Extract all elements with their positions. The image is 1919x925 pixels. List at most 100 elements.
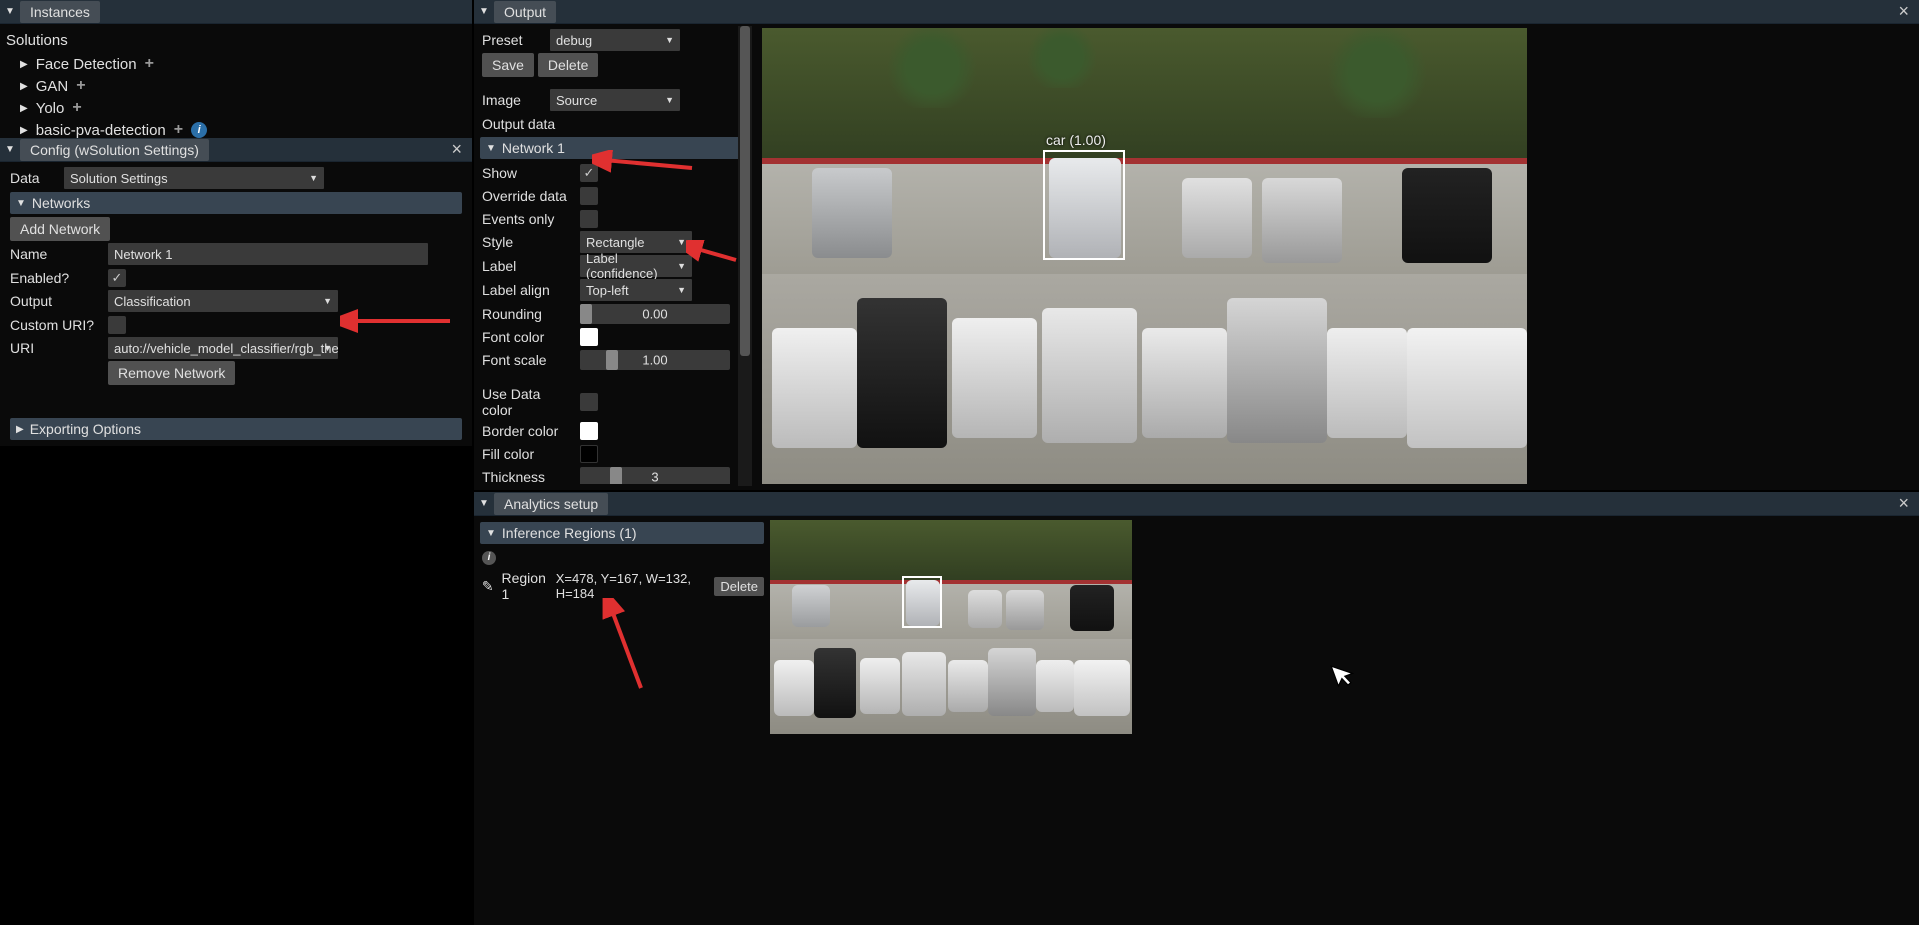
- add-network-button[interactable]: Add Network: [10, 217, 110, 241]
- data-label: Data: [10, 170, 58, 186]
- style-label: Style: [482, 234, 574, 250]
- output-data-label: Output data: [482, 116, 555, 132]
- output-dropdown[interactable]: Classification: [108, 290, 338, 312]
- close-icon[interactable]: ×: [1892, 1, 1915, 22]
- name-input[interactable]: [108, 243, 428, 265]
- analytics-viewport[interactable]: 👁: [770, 520, 1132, 734]
- custom-uri-checkbox[interactable]: [108, 316, 126, 334]
- analytics-tab[interactable]: Analytics setup: [494, 493, 608, 515]
- usedata-checkbox[interactable]: [580, 393, 598, 411]
- exporting-options-label: Exporting Options: [30, 421, 141, 437]
- cursor-icon: [1328, 657, 1360, 692]
- align-dropdown[interactable]: Top-left: [580, 279, 692, 301]
- usedata-label: Use Data color: [482, 386, 574, 418]
- solution-label: Face Detection: [36, 56, 137, 73]
- bordercolor-well[interactable]: [580, 422, 598, 440]
- preset-label: Preset: [482, 32, 544, 48]
- fillcolor-well[interactable]: [580, 445, 598, 463]
- enabled-label: Enabled?: [10, 270, 102, 286]
- output-header: ▼ Output ×: [474, 0, 1919, 24]
- uri-dropdown[interactable]: auto://vehicle_model_classifier/rgb_ther…: [108, 337, 338, 359]
- solution-label: Yolo: [36, 100, 65, 117]
- fontscale-slider[interactable]: 1.00: [580, 350, 730, 370]
- exporting-options-section[interactable]: ▶ Exporting Options: [10, 418, 462, 440]
- rounding-slider[interactable]: 0.00: [580, 304, 730, 324]
- events-label: Events only: [482, 211, 574, 227]
- delete-region-button[interactable]: Delete: [714, 577, 764, 596]
- save-button[interactable]: Save: [482, 53, 534, 77]
- add-icon[interactable]: +: [72, 99, 81, 117]
- networks-label: Networks: [32, 195, 90, 211]
- label-dropdown[interactable]: Label (confidence): [580, 255, 692, 277]
- image-label: Image: [482, 92, 544, 108]
- solution-label: basic-pva-detection: [36, 122, 166, 139]
- inference-regions-section[interactable]: ▼ Inference Regions (1): [480, 522, 764, 544]
- output-viewport[interactable]: 👁 car (1.00): [762, 28, 1527, 484]
- solutions-tree: Solutions ▶ Face Detection + ▶ GAN + ▶ Y…: [0, 24, 472, 145]
- expand-icon[interactable]: ▶: [20, 59, 28, 70]
- collapse-icon: ▼: [486, 528, 496, 539]
- rounding-label: Rounding: [482, 306, 574, 322]
- close-icon[interactable]: ×: [445, 139, 468, 160]
- thickness-slider[interactable]: 3: [580, 467, 730, 485]
- collapse-icon[interactable]: ▼: [478, 498, 490, 510]
- add-icon[interactable]: +: [76, 77, 85, 95]
- fontscale-label: Font scale: [482, 352, 574, 368]
- events-checkbox[interactable]: [580, 210, 598, 228]
- collapse-icon: ▼: [486, 143, 496, 154]
- solution-gan[interactable]: ▶ GAN +: [6, 75, 466, 97]
- edit-icon[interactable]: ✎: [480, 577, 495, 595]
- info-icon[interactable]: i: [482, 551, 496, 565]
- fontscale-value: 1.00: [642, 352, 667, 367]
- collapse-icon[interactable]: ▼: [4, 6, 16, 18]
- expand-icon: ▶: [16, 424, 24, 435]
- preset-dropdown[interactable]: debug: [550, 29, 680, 51]
- fontcolor-well[interactable]: [580, 328, 598, 346]
- override-checkbox[interactable]: [580, 187, 598, 205]
- region-box: [902, 576, 942, 628]
- thickness-value: 3: [651, 469, 658, 484]
- analytics-header: ▼ Analytics setup ×: [474, 492, 1919, 516]
- show-checkbox[interactable]: ✓: [580, 164, 598, 182]
- output-scrollbar[interactable]: [738, 26, 752, 486]
- style-dropdown[interactable]: Rectangle: [580, 231, 692, 253]
- remove-network-button[interactable]: Remove Network: [108, 361, 235, 385]
- network1-section[interactable]: ▼ Network 1: [480, 137, 746, 159]
- data-dropdown[interactable]: Solution Settings: [64, 167, 324, 189]
- networks-section[interactable]: ▼ Networks: [10, 192, 462, 214]
- expand-icon[interactable]: ▶: [20, 81, 28, 92]
- output-tab[interactable]: Output: [494, 1, 556, 23]
- region-name: Region 1: [501, 570, 549, 602]
- override-label: Override data: [482, 188, 574, 204]
- rounding-value: 0.00: [642, 306, 667, 321]
- add-icon[interactable]: +: [174, 121, 183, 139]
- enabled-checkbox[interactable]: ✓: [108, 269, 126, 287]
- config-tab[interactable]: Config (wSolution Settings): [20, 139, 209, 161]
- detection-label: car (1.00): [1046, 132, 1106, 148]
- instances-header: ▼ Instances: [0, 0, 472, 24]
- align-label: Label align: [482, 282, 574, 298]
- collapse-icon[interactable]: ▼: [478, 6, 490, 18]
- collapse-icon[interactable]: ▼: [4, 144, 16, 156]
- solutions-heading: Solutions: [6, 32, 466, 53]
- fontcolor-label: Font color: [482, 329, 574, 345]
- delete-button[interactable]: Delete: [538, 53, 598, 77]
- expand-icon[interactable]: ▶: [20, 125, 28, 136]
- custom-uri-label: Custom URI?: [10, 317, 102, 333]
- add-icon[interactable]: +: [145, 55, 154, 73]
- expand-icon[interactable]: ▶: [20, 103, 28, 114]
- show-label: Show: [482, 165, 574, 181]
- solution-label: GAN: [36, 78, 69, 95]
- name-label: Name: [10, 246, 102, 262]
- image-dropdown[interactable]: Source: [550, 89, 680, 111]
- info-icon[interactable]: i: [191, 122, 207, 138]
- instances-tab[interactable]: Instances: [20, 1, 100, 23]
- detection-box: [1043, 150, 1125, 260]
- label-label: Label: [482, 258, 574, 274]
- solution-face-detection[interactable]: ▶ Face Detection +: [6, 53, 466, 75]
- solution-yolo[interactable]: ▶ Yolo +: [6, 97, 466, 119]
- region-coords: X=478, Y=167, W=132, H=184: [556, 571, 709, 601]
- close-icon[interactable]: ×: [1892, 493, 1915, 514]
- inference-regions-label: Inference Regions (1): [502, 525, 637, 541]
- collapse-icon: ▼: [16, 198, 26, 209]
